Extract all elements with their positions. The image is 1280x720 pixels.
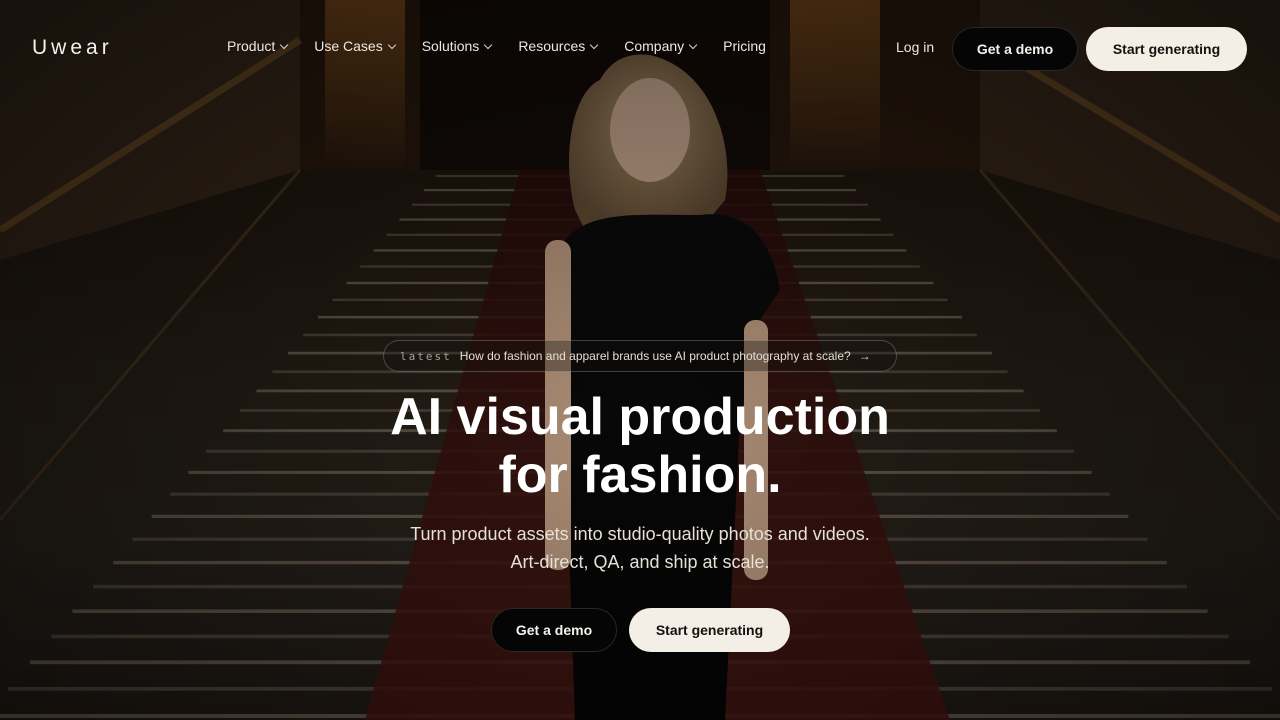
nav-item-product[interactable]: Product — [227, 38, 289, 54]
headline-line-2: for fashion. — [498, 446, 782, 504]
nav-item-label: Company — [624, 38, 685, 54]
arrow-right-icon: → — [858, 349, 871, 363]
nav-item-company[interactable]: Company — [624, 38, 698, 54]
subheadline-line-2: Art-direct, QA, and ship at scale. — [510, 552, 770, 572]
hero-get-demo-button[interactable]: Get a demo — [491, 608, 617, 652]
latest-article-pill[interactable]: latest How do fashion and apparel brands… — [383, 340, 897, 372]
nav-item-resources[interactable]: Resources — [518, 38, 599, 54]
chevron-down-icon — [688, 40, 698, 49]
nav-item-label: Product — [227, 38, 276, 54]
nav-item-pricing[interactable]: Pricing — [723, 38, 766, 54]
nav-item-label: Use Cases — [314, 38, 383, 54]
latest-tag: latest — [400, 349, 452, 363]
chevron-down-icon — [387, 40, 396, 49]
latest-article-text: How do fashion and apparel brands use AI… — [459, 349, 851, 363]
nav-item-label: Resources — [518, 38, 586, 54]
chevron-down-icon — [280, 40, 289, 49]
top-navigation: Uwear Product Use Cases Solutions Resour… — [0, 0, 1280, 96]
nav-item-label: Pricing — [723, 38, 766, 54]
nav-item-solutions[interactable]: Solutions — [421, 38, 493, 54]
hero-start-generating-button[interactable]: Start generating — [629, 608, 790, 652]
nav-item-use-cases[interactable]: Use Cases — [314, 38, 396, 54]
nav-item-label: Solutions — [421, 38, 480, 54]
get-demo-button[interactable]: Get a demo — [952, 27, 1078, 71]
headline-line-1: AI visual production — [390, 388, 890, 446]
subheadline-line-1: Turn product assets into studio-quality … — [410, 524, 870, 544]
start-generating-button[interactable]: Start generating — [1086, 27, 1247, 71]
hero-subheadline: Turn product assets into studio-quality … — [340, 520, 940, 576]
chevron-down-icon — [484, 40, 493, 49]
login-link[interactable]: Log in — [896, 39, 934, 55]
brand-logo[interactable]: Uwear — [32, 36, 113, 60]
chevron-down-icon — [589, 40, 599, 49]
hero-headline: AI visual production for fashion. — [340, 388, 940, 504]
main-menu: Product Use Cases Solutions Resources Co… — [227, 38, 766, 54]
